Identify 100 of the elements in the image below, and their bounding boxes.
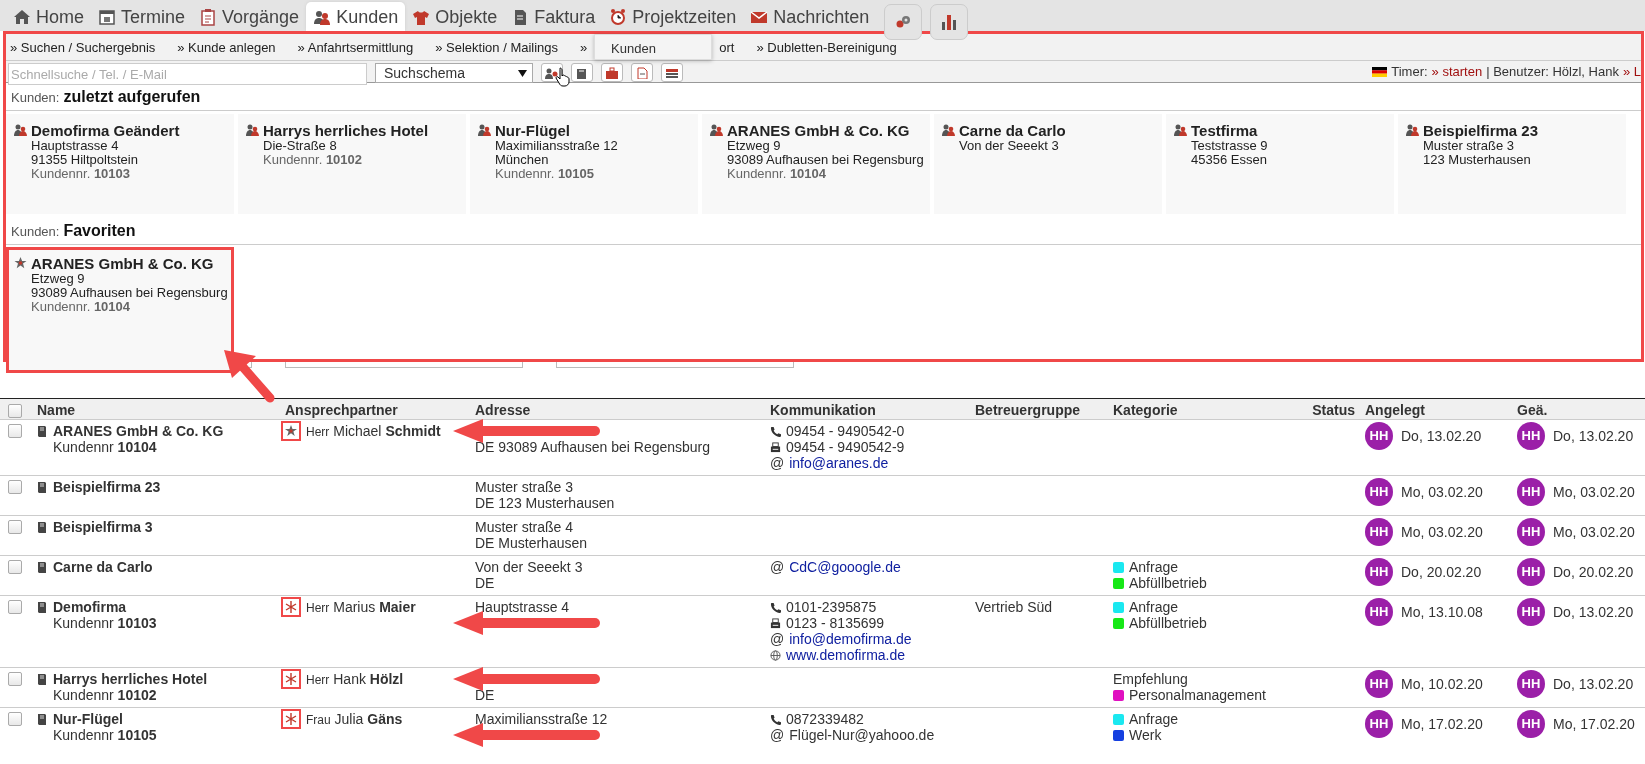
checkbox[interactable]: [8, 403, 22, 418]
checkbox[interactable]: [8, 600, 22, 614]
nav-tab[interactable]: Home: [6, 2, 91, 31]
address-line: 123 Musterhausen: [1423, 153, 1532, 167]
start-link[interactable]: » starten: [1431, 64, 1483, 79]
address-line: München: [495, 153, 550, 167]
email-link[interactable]: CdC@gooogle.de: [789, 559, 901, 575]
checkbox[interactable]: [8, 560, 22, 574]
input-field[interactable]: [285, 362, 523, 368]
customer-card[interactable]: ARANES GmbH & Co. KG Etzweg 9 93089 Aufhausen bei Regensburg Kundennr. 10104: [6, 247, 234, 373]
favorite-marker[interactable]: [281, 421, 301, 441]
flag-icon: [1372, 66, 1388, 77]
address-line: Hauptstrasse 4: [475, 599, 571, 615]
input-field[interactable]: [556, 362, 794, 368]
customer-number: Kundennr 10103: [53, 615, 157, 631]
shirt-icon: [412, 8, 431, 26]
book-icon: [37, 601, 47, 613]
phone-number: 0101-2395875: [786, 599, 877, 615]
nav-tab[interactable]: Projektzeiten: [602, 2, 744, 31]
menu-link[interactable]: » L: [1622, 64, 1641, 79]
category-label: Werk: [1129, 727, 1162, 743]
fax-icon: [770, 617, 781, 629]
address-line: Maximiliansstraße 12: [475, 711, 609, 727]
asterisk-icon: [285, 713, 297, 725]
date-text: Mo, 17.02.20: [1401, 716, 1483, 732]
customer-card[interactable]: Harrys herrliches Hotel Die-Straße 8 Kundennr. 10102: [238, 114, 466, 214]
book-icon: [37, 673, 47, 685]
favorite-marker[interactable]: [281, 669, 301, 689]
book-icon: [37, 481, 47, 493]
customer-number: Kundennr. 10103: [31, 167, 131, 181]
customer-card[interactable]: Demofirma Geändert Hauptstrasse 4 91355 Hiltpoltstein Kundennr. 10103: [6, 114, 234, 214]
menu-link[interactable]: » Kunde anlegen: [177, 40, 276, 56]
nav-tab[interactable]: Objekte: [405, 2, 505, 31]
address-line: Muster straße 3: [1423, 139, 1515, 153]
menu-link[interactable]: » Anfahrtsermittlung: [297, 40, 414, 56]
category-label: Abfüllbetrieb: [1129, 615, 1207, 631]
nav-tab[interactable]: Faktura: [504, 2, 603, 31]
date-text: Mo, 03.02.20: [1553, 484, 1635, 500]
customer-card[interactable]: Beispielfirma 23 Muster straße 3 123 Musterhausen: [1398, 114, 1626, 214]
address-line: Maximiliansstraße 12: [495, 139, 618, 153]
toolbar-button[interactable]: [661, 63, 683, 82]
customer-name[interactable]: Carne da Carlo: [53, 559, 153, 575]
customer-name[interactable]: Beispielfirma 23: [53, 479, 161, 495]
checkbox[interactable]: [8, 424, 22, 438]
settings-button[interactable]: [884, 4, 923, 40]
customer-name: ARANES GmbH & Co. KG: [727, 122, 911, 139]
nav-tab[interactable]: Termine: [91, 2, 193, 31]
column-header[interactable]: Name: [37, 402, 76, 418]
document-icon: [635, 66, 649, 79]
date-text: Do, 13.02.20: [1401, 428, 1482, 444]
toolbar-button[interactable]: [571, 63, 593, 82]
at-sign: @: [770, 727, 785, 743]
customer-card[interactable]: Nur-Flügel Maximiliansstraße 12 München Kundennr. 10105: [470, 114, 698, 214]
customer-card[interactable]: Testfirma Teststrasse 9 45356 Essen: [1166, 114, 1394, 214]
address-line: Muster straße 3: [475, 479, 575, 495]
nav-tab[interactable]: Nachrichten: [743, 2, 877, 31]
favorite-marker[interactable]: [281, 709, 301, 729]
email-link[interactable]: info@demofirma.de: [789, 631, 912, 647]
checkbox[interactable]: [8, 672, 22, 686]
customer-card[interactable]: Carne da Carlo Von der Seeekt 3: [934, 114, 1162, 214]
contact-name: Herr Michael Schmidt: [306, 423, 441, 440]
search-field[interactable]: Schnellsuche / Tel. / E-Mail: [8, 63, 367, 85]
customer-card[interactable]: ARANES GmbH & Co. KG Etzweg 9 93089 Aufhausen bei Regensburg Kundennr. 10104: [702, 114, 930, 214]
address-line: 93089 Aufhausen bei Regensburg: [31, 286, 228, 300]
checkbox[interactable]: [8, 712, 22, 726]
customer-name[interactable]: Nur-Flügel: [53, 711, 157, 727]
favorite-marker[interactable]: [281, 597, 301, 617]
column-header[interactable]: Adresse: [475, 402, 531, 418]
checkbox[interactable]: [8, 480, 22, 494]
website-link[interactable]: www.demofirma.de: [786, 647, 906, 663]
customer-number: Kundennr. 10104: [31, 300, 132, 314]
menu-link[interactable]: » Suchen / Suchergebnis: [10, 40, 156, 56]
customer-name[interactable]: ARANES GmbH & Co. KG: [53, 423, 224, 439]
customer-number: Kundennr. 10105: [495, 167, 596, 181]
menu-link[interactable]: » Selektion / Mailings: [435, 40, 559, 56]
at-sign: @: [770, 631, 785, 647]
checkbox[interactable]: [8, 520, 22, 534]
section-title: Favoriten: [63, 222, 136, 240]
avatar: HH: [1517, 710, 1545, 738]
menu-link[interactable]: » Dubletten-Bereinigung: [756, 40, 897, 56]
chart-button[interactable]: [930, 4, 969, 40]
phone-icon: [770, 425, 781, 437]
nav-tab[interactable]: Kunden: [306, 2, 406, 31]
star-icon: [14, 257, 27, 269]
address-line: 45356 Essen: [1191, 153, 1268, 167]
customer-name[interactable]: Demofirma: [53, 599, 157, 615]
customer-name[interactable]: Harrys herrliches Hotel: [53, 671, 208, 687]
scheme-dropdown[interactable]: Suchschema: [375, 63, 533, 83]
menu-link[interactable]: »: [580, 40, 588, 55]
customer-name[interactable]: Beispielfirma 3: [53, 519, 153, 535]
customer-number: Kundennr. 10104: [727, 167, 828, 181]
nav-tab[interactable]: Vorgänge: [192, 2, 307, 31]
book-icon: [37, 713, 47, 725]
menu-link[interactable]: ort: [719, 40, 735, 56]
email-link[interactable]: info@aranes.de: [789, 455, 889, 471]
asterisk-icon: [285, 673, 297, 685]
section-title: zuletzt aufgerufen: [63, 88, 201, 106]
category-label: Anfrage: [1129, 559, 1179, 575]
toolbar-button[interactable]: [601, 63, 623, 82]
column-header[interactable]: Geä.: [1517, 402, 1548, 418]
